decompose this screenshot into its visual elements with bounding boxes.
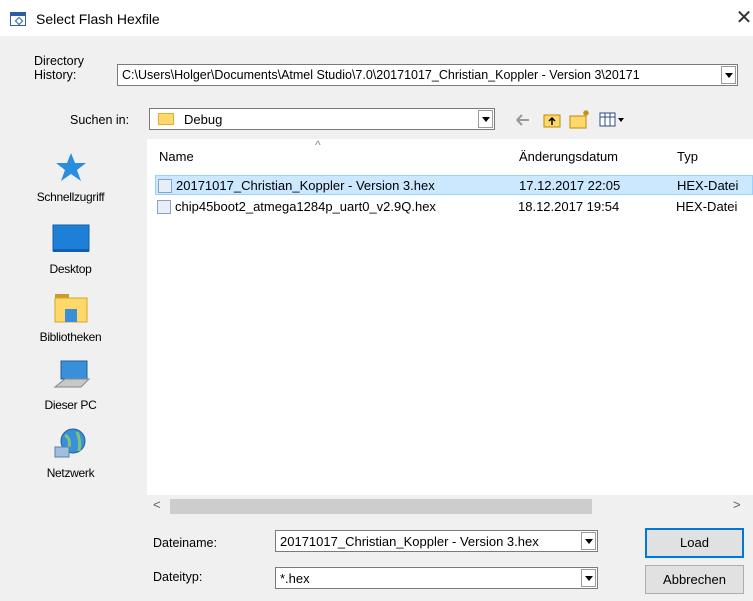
file-name: chip45boot2_atmega1284p_uart0_v2.9Q.hex bbox=[175, 199, 436, 214]
places-bar: Schnellzugriff Desktop Bibliotheken Dies… bbox=[12, 139, 129, 593]
star-icon bbox=[55, 153, 86, 181]
scroll-left-button[interactable]: < bbox=[153, 497, 161, 512]
library-icon bbox=[54, 294, 87, 323]
place-label: Dieser PC bbox=[44, 398, 97, 412]
place-label: Bibliotheken bbox=[39, 330, 102, 344]
place-label: Schnellzugriff bbox=[36, 190, 105, 204]
chevron-down-icon[interactable] bbox=[721, 66, 736, 84]
view-menu-icon[interactable] bbox=[599, 111, 627, 129]
file-icon bbox=[157, 200, 171, 214]
filetype-label: Dateityp: bbox=[153, 570, 203, 584]
network-icon bbox=[54, 428, 85, 458]
load-button[interactable]: Load bbox=[645, 528, 744, 558]
place-label: Desktop bbox=[49, 262, 92, 276]
look-in-label: Suchen in: bbox=[70, 113, 130, 127]
new-folder-icon[interactable] bbox=[569, 109, 591, 129]
back-arrow-icon[interactable] bbox=[515, 112, 531, 128]
folder-icon bbox=[158, 113, 174, 125]
filename-label: Dateiname: bbox=[153, 536, 217, 550]
file-row[interactable]: chip45boot2_atmega1284p_uart0_v2.9Q.hex … bbox=[155, 197, 753, 217]
place-network[interactable]: Netzwerk bbox=[12, 427, 129, 480]
file-row[interactable]: 20171017_Christian_Koppler - Version 3.h… bbox=[155, 175, 753, 195]
chevron-down-icon[interactable] bbox=[581, 532, 596, 550]
file-date: 17.12.2017 22:05 bbox=[519, 178, 621, 193]
app-icon bbox=[10, 12, 26, 26]
place-label: Netzwerk bbox=[46, 466, 95, 480]
filename-combo[interactable]: 20171017_Christian_Koppler - Version 3.h… bbox=[275, 530, 598, 552]
look-in-value: Debug bbox=[184, 112, 223, 127]
title-bar: Select Flash Hexfile ✕ bbox=[0, 0, 753, 36]
column-header-type[interactable]: Typ bbox=[677, 149, 698, 164]
scroll-thumb[interactable] bbox=[170, 499, 592, 514]
filename-value: 20171017_Christian_Koppler - Version 3.h… bbox=[280, 534, 539, 549]
up-folder-icon[interactable] bbox=[543, 111, 561, 129]
directory-history-label: Directory History: bbox=[34, 54, 84, 82]
place-this-pc[interactable]: Dieser PC bbox=[12, 359, 129, 412]
navigation-toolbar bbox=[515, 109, 645, 131]
window-title: Select Flash Hexfile bbox=[36, 11, 160, 27]
file-date: 18.12.2017 19:54 bbox=[518, 199, 620, 214]
chevron-down-icon[interactable] bbox=[478, 110, 493, 128]
file-type: HEX-Datei bbox=[676, 199, 738, 214]
filename-label-text: Dateiname: bbox=[153, 536, 217, 550]
cancel-button-label: Abbrechen bbox=[663, 572, 726, 587]
filetype-value: *.hex bbox=[280, 571, 310, 586]
file-name: 20171017_Christian_Koppler - Version 3.h… bbox=[176, 178, 435, 193]
file-icon bbox=[158, 179, 172, 193]
place-quick-access[interactable]: Schnellzugriff bbox=[12, 151, 129, 204]
place-libraries[interactable]: Bibliotheken bbox=[12, 291, 129, 344]
directory-history-label-line1: Directory bbox=[34, 54, 85, 68]
directory-history-combo[interactable]: C:\Users\Holger\Documents\Atmel Studio\7… bbox=[117, 64, 738, 86]
file-list[interactable]: Name ^ Änderungsdatum Typ 20171017_Chris… bbox=[147, 138, 753, 517]
directory-history-value: C:\Users\Holger\Documents\Atmel Studio\7… bbox=[122, 68, 640, 82]
place-desktop[interactable]: Desktop bbox=[12, 223, 129, 276]
look-in-combo[interactable]: Debug bbox=[149, 108, 495, 130]
load-button-label: Load bbox=[680, 535, 709, 550]
horizontal-scrollbar[interactable]: < > bbox=[147, 495, 753, 517]
column-header-date[interactable]: Änderungsdatum bbox=[519, 149, 618, 164]
column-header-name[interactable]: Name bbox=[159, 149, 194, 164]
close-button[interactable]: ✕ bbox=[733, 4, 753, 32]
sort-indicator: ^ bbox=[315, 138, 321, 152]
desktop-icon bbox=[52, 224, 89, 252]
scroll-right-button[interactable]: > bbox=[733, 497, 741, 512]
file-type: HEX-Datei bbox=[677, 178, 739, 193]
directory-history-label-line2: History: bbox=[34, 68, 77, 82]
chevron-down-icon[interactable] bbox=[581, 569, 596, 587]
computer-icon bbox=[53, 360, 90, 388]
filetype-combo[interactable]: *.hex bbox=[275, 567, 598, 589]
cancel-button[interactable]: Abbrechen bbox=[645, 565, 744, 594]
